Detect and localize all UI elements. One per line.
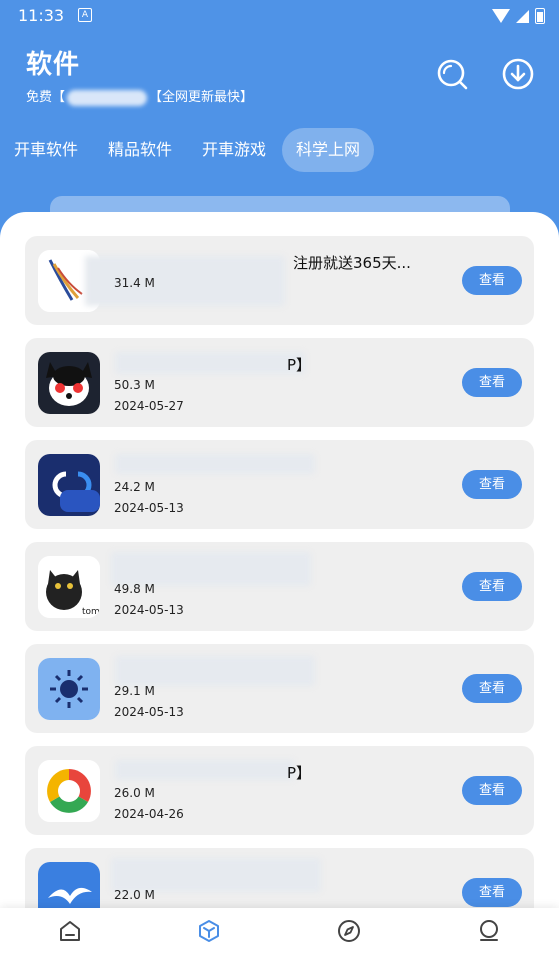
status-time: 11:33 bbox=[18, 6, 65, 25]
app-name: 注册就送365天... bbox=[293, 254, 411, 272]
page-title: 软件 bbox=[26, 50, 81, 80]
app-date: 2024-05-27 bbox=[114, 399, 184, 413]
view-button[interactable]: 查看 bbox=[462, 878, 522, 907]
tab-kaiche-games[interactable]: 开車游戏 bbox=[188, 128, 280, 172]
category-tabs: 开車软件 精品软件 开車游戏 科学上网 bbox=[0, 128, 376, 172]
app-card[interactable]: 注册就送365天... 31.4 M 查看 bbox=[25, 236, 534, 325]
app-size: 50.3 M bbox=[114, 378, 155, 392]
tom-cat-icon: tom bbox=[38, 556, 100, 618]
name-redaction bbox=[111, 858, 321, 892]
home-icon bbox=[60, 921, 80, 941]
download-button[interactable] bbox=[500, 56, 536, 92]
cc-link-icon bbox=[38, 454, 100, 516]
notification-a-icon: A bbox=[78, 8, 92, 22]
app-card[interactable]: tom 49.8 M 2024-05-13 查看 bbox=[25, 542, 534, 631]
view-button[interactable]: 查看 bbox=[462, 572, 522, 601]
bottom-nav bbox=[0, 908, 559, 953]
name-redaction bbox=[111, 552, 311, 586]
nav-home[interactable] bbox=[57, 918, 83, 944]
svg-text:tom: tom bbox=[82, 607, 100, 617]
subtitle-prefix: 免费【 bbox=[26, 90, 66, 105]
status-bar: 11:33 A bbox=[0, 0, 559, 32]
page-subtitle: 免费【 【全网更新最快】 bbox=[26, 86, 253, 106]
wifi-icon bbox=[492, 9, 510, 23]
app-date: 2024-05-13 bbox=[114, 705, 184, 719]
nav-profile[interactable] bbox=[476, 918, 502, 944]
name-redaction bbox=[115, 656, 315, 686]
app-card[interactable]: 29.1 M 2024-05-13 查看 bbox=[25, 644, 534, 733]
chrome-ring-icon bbox=[38, 760, 100, 822]
app-card[interactable]: P】 26.0 M 2024-04-26 查看 bbox=[25, 746, 534, 835]
name-redaction bbox=[115, 454, 315, 474]
tab-vpn[interactable]: 科学上网 bbox=[282, 128, 375, 172]
profile-icon bbox=[480, 920, 498, 941]
app-size: 29.1 M bbox=[114, 684, 155, 698]
subtitle-redaction bbox=[67, 89, 148, 106]
app-date: 2024-05-13 bbox=[114, 501, 184, 515]
app-size: 22.0 M bbox=[114, 888, 155, 902]
tab-kaiche-software[interactable]: 开車软件 bbox=[0, 128, 92, 172]
view-button[interactable]: 查看 bbox=[462, 266, 522, 295]
app-size: 49.8 M bbox=[114, 582, 155, 596]
download-icon bbox=[502, 58, 534, 90]
search-button[interactable] bbox=[434, 56, 470, 92]
husky-icon bbox=[38, 352, 100, 414]
view-button[interactable]: 查看 bbox=[462, 776, 522, 805]
compass-icon bbox=[338, 920, 360, 942]
view-button[interactable]: 查看 bbox=[462, 368, 522, 397]
name-redaction bbox=[115, 760, 295, 780]
app-name: P】 bbox=[287, 764, 312, 782]
tab-featured-software[interactable]: 精品软件 bbox=[94, 128, 186, 172]
cube-icon bbox=[199, 920, 219, 942]
dark-sun-icon bbox=[38, 658, 100, 720]
signal-icon bbox=[516, 9, 529, 23]
name-redaction bbox=[115, 352, 305, 374]
app-date: 2024-04-26 bbox=[114, 807, 184, 821]
app-card[interactable]: 24.2 M 2024-05-13 查看 bbox=[25, 440, 534, 529]
status-icons bbox=[492, 8, 545, 24]
view-button[interactable]: 查看 bbox=[462, 674, 522, 703]
app-name: P】 bbox=[287, 356, 312, 374]
app-card[interactable]: P】 50.3 M 2024-05-27 查看 bbox=[25, 338, 534, 427]
app-date: 2024-05-13 bbox=[114, 603, 184, 617]
content-panel: 注册就送365天... 31.4 M 查看 P】 50.3 M 2024-05-… bbox=[0, 212, 559, 953]
nav-apps[interactable] bbox=[196, 918, 222, 944]
app-size: 31.4 M bbox=[114, 276, 155, 290]
subtitle-suffix: 【全网更新最快】 bbox=[149, 90, 254, 105]
app-size: 24.2 M bbox=[114, 480, 155, 494]
battery-icon bbox=[535, 8, 545, 24]
view-button[interactable]: 查看 bbox=[462, 470, 522, 499]
nav-discover[interactable] bbox=[336, 918, 362, 944]
header: 11:33 A 软件 免费【 【全网更新最快】 开車软件 精品软件 开車游戏 科学… bbox=[0, 0, 559, 240]
app-size: 26.0 M bbox=[114, 786, 155, 800]
search-icon bbox=[437, 59, 468, 90]
